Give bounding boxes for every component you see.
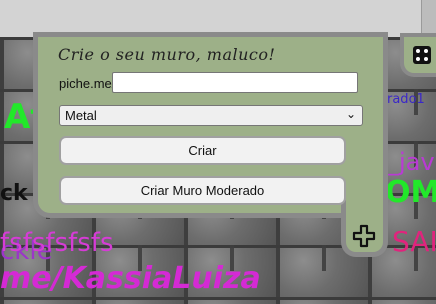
wall-name-input[interactable] [112, 72, 358, 93]
material-select[interactable]: Metal ⌄ [59, 105, 363, 126]
graffiti-text: OM [385, 175, 436, 210]
graffiti-text: SAI [392, 225, 436, 258]
graffiti-text: fsfsfsfsfs [0, 228, 114, 258]
graffiti-text: me/KassiaLuiza [0, 261, 261, 296]
browser-top-bar [0, 0, 436, 37]
panel-title: Crie o seu muro, maluco! [58, 45, 276, 64]
dice-pip [416, 57, 420, 61]
url-prefix-label: piche.me/ [59, 76, 116, 91]
create-button[interactable]: Criar [59, 136, 346, 165]
dice-pip [424, 57, 428, 61]
graffiti-text: rado1 [387, 92, 425, 107]
dice-pip [416, 49, 420, 53]
material-selected-value: Metal [65, 108, 97, 123]
top-bar-edge [421, 0, 436, 37]
random-wall-button[interactable] [404, 37, 436, 73]
graffiti-text: _java [387, 148, 436, 176]
dice-pip [424, 49, 428, 53]
dice-icon [413, 46, 431, 64]
plus-icon[interactable] [348, 222, 380, 250]
graffiti-text: ck [0, 181, 28, 206]
panel-tab-joint [346, 200, 383, 214]
create-moderated-wall-button[interactable]: Criar Muro Moderado [59, 176, 346, 205]
chevron-down-icon: ⌄ [345, 107, 356, 121]
